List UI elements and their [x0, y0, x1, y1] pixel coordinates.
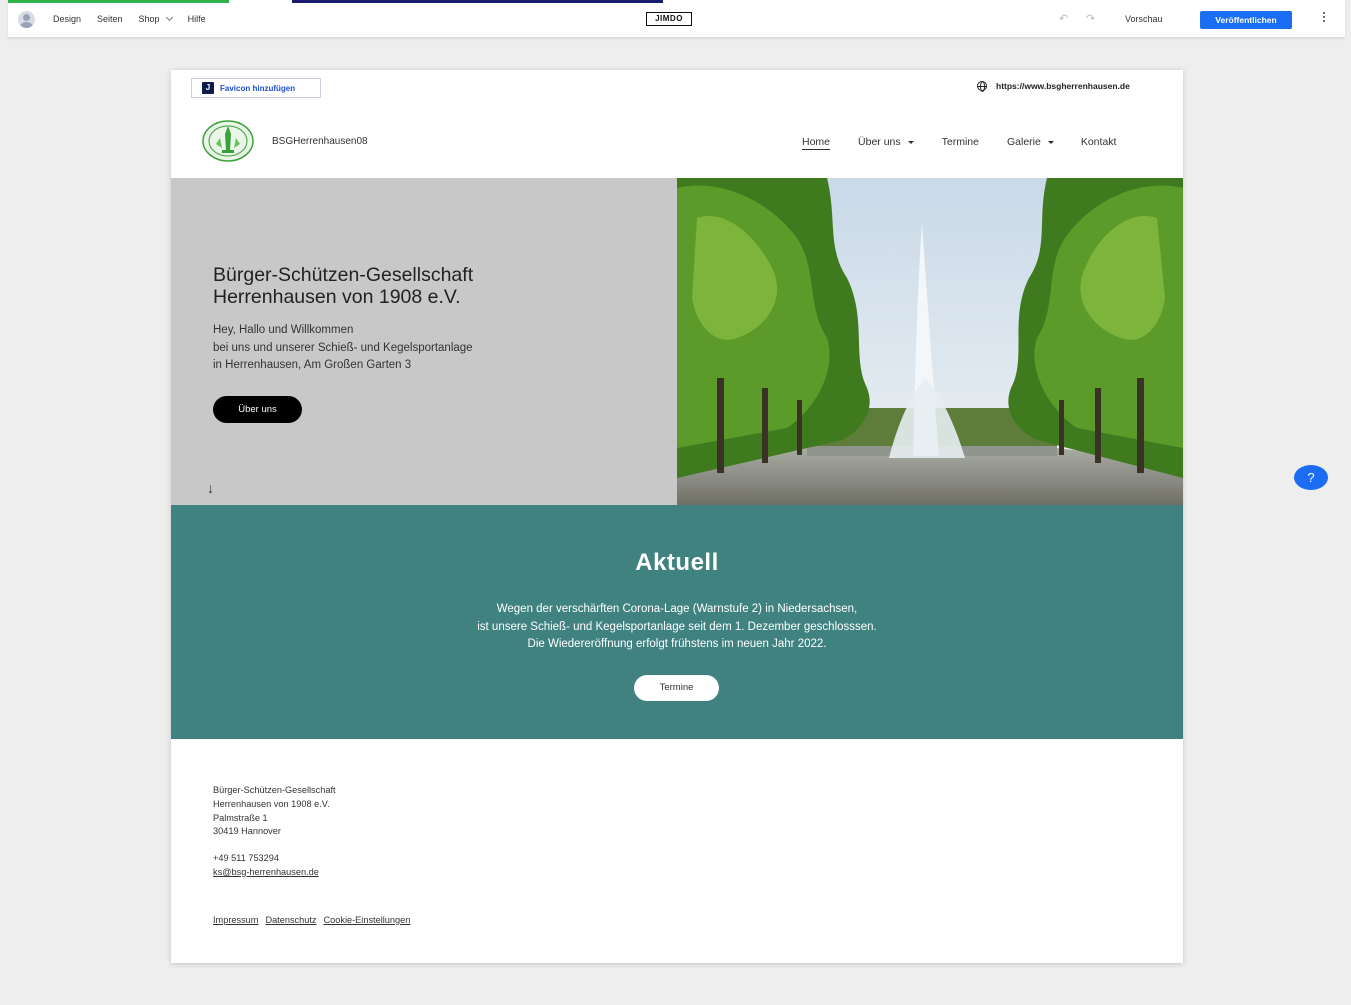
hero-section: Bürger-Schützen-Gesellschaft Herrenhause… [171, 178, 677, 505]
news-line: ist unsere Schieß- und Kegelsportanlage … [477, 620, 877, 633]
club-logo[interactable] [202, 120, 254, 162]
footer-links: Impressum Datenschutz Cookie-Einstellung… [213, 915, 417, 925]
add-favicon-label: Favicon hinzufügen [220, 83, 296, 93]
editor-nav: Design Seiten Shop Hilfe [53, 13, 222, 24]
about-us-button[interactable]: Über uns [213, 396, 302, 423]
nav-about[interactable]: Über uns [858, 136, 914, 148]
progress-bar [8, 0, 229, 3]
add-favicon-button[interactable]: J Favicon hinzufügen [191, 78, 321, 98]
publish-button[interactable]: Veröffentlichen [1200, 11, 1292, 29]
editor-nav-shop-label: Shop [138, 14, 160, 24]
domain-link[interactable]: https://www.bsgherrenhausen.de [977, 81, 1130, 92]
website-canvas: J Favicon hinzufügen https://www.bsgherr… [171, 70, 1183, 963]
editor-nav-help[interactable]: Hilfe [188, 14, 206, 24]
cookie-settings-link[interactable]: Cookie-Einstellungen [324, 915, 411, 925]
arrow-down-icon[interactable]: ↓ [207, 480, 214, 496]
imprint-link[interactable]: Impressum [213, 915, 258, 925]
footer-address: Bürger-Schützen-Gesellschaft Herrenhause… [213, 784, 336, 839]
nav-home[interactable]: Home [802, 136, 830, 148]
news-message: Wegen der verschärften Corona-Lage (Warn… [171, 601, 1183, 654]
editor-nav-pages[interactable]: Seiten [97, 14, 123, 24]
redo-icon[interactable]: ↷ [1086, 12, 1095, 25]
more-options-icon[interactable] [1319, 12, 1329, 26]
nav-about-label: Über uns [858, 136, 901, 148]
avatar[interactable] [18, 11, 35, 28]
site-brand-name[interactable]: BSGHerrenhausen08 [272, 136, 368, 147]
nav-contact[interactable]: Kontakt [1081, 136, 1117, 148]
news-heading: Aktuell [635, 549, 719, 576]
editor-nav-shop[interactable]: Shop [138, 13, 173, 24]
caret-down-icon [907, 140, 914, 144]
address-line: Herrenhausen von 1908 e.V. [213, 798, 330, 809]
nav-gallery[interactable]: Galerie [1007, 136, 1054, 148]
hero-text-line: bei uns und unserer Schieß- und Kegelspo… [213, 341, 473, 354]
hero-text: Hey, Hallo und Willkommen bei uns und un… [213, 322, 653, 375]
jimdo-icon: J [202, 82, 214, 94]
jimdo-logo: JIMDO [646, 12, 692, 26]
news-line: Wegen der verschärften Corona-Lage (Warn… [496, 603, 858, 615]
hero-image [677, 178, 1183, 505]
undo-icon[interactable]: ↶ [1059, 12, 1068, 25]
editor-nav-design[interactable]: Design [53, 14, 81, 24]
chevron-down-icon [165, 13, 173, 22]
address-line: 30419 Hannover [213, 826, 281, 837]
progress-bar-secondary [292, 0, 663, 3]
hero-title-line: Bürger-Schützen-Gesellschaft [213, 264, 474, 286]
main-navigation: Home Über uns Termine Galerie Kontakt [802, 136, 1116, 148]
events-button[interactable]: Termine [634, 675, 719, 701]
domain-label: https://www.bsgherrenhausen.de [996, 81, 1130, 91]
news-line: Die Wiedereröffnung erfolgt frühstens im… [527, 638, 827, 650]
nav-gallery-label: Galerie [1006, 136, 1041, 148]
fountain-park-image [677, 178, 1183, 505]
footer-contact: +49 511 753294 ks@bsg-herrenhausen.de [213, 852, 319, 880]
nav-events[interactable]: Termine [942, 136, 979, 148]
hero-text-line: Hey, Hallo und Willkommen [213, 324, 354, 336]
hero-title-line: Herrenhausen von 1908 e.V. [213, 286, 461, 308]
address-line: Bürger-Schützen-Gesellschaft [213, 785, 336, 795]
hero-text-line: in Herrenhausen, Am Großen Garten 3 [213, 359, 412, 371]
address-line: Palmstraße 1 [213, 812, 268, 823]
caret-down-icon [1047, 140, 1054, 144]
editor-toolbar: Design Seiten Shop Hilfe JIMDO ↶ ↷ Vorsc… [8, 0, 1345, 38]
news-section: Aktuell Wegen der verschärften Corona-La… [171, 505, 1183, 739]
email-link[interactable]: ks@bsg-herrenhausen.de [213, 867, 319, 877]
phone-number: +49 511 753294 [213, 853, 279, 863]
help-button[interactable]: ? [1294, 465, 1328, 490]
globe-icon [977, 81, 987, 92]
hero-title: Bürger-Schützen-Gesellschaft Herrenhause… [213, 264, 653, 308]
privacy-link[interactable]: Datenschutz [265, 915, 316, 925]
preview-button[interactable]: Vorschau [1125, 14, 1163, 24]
